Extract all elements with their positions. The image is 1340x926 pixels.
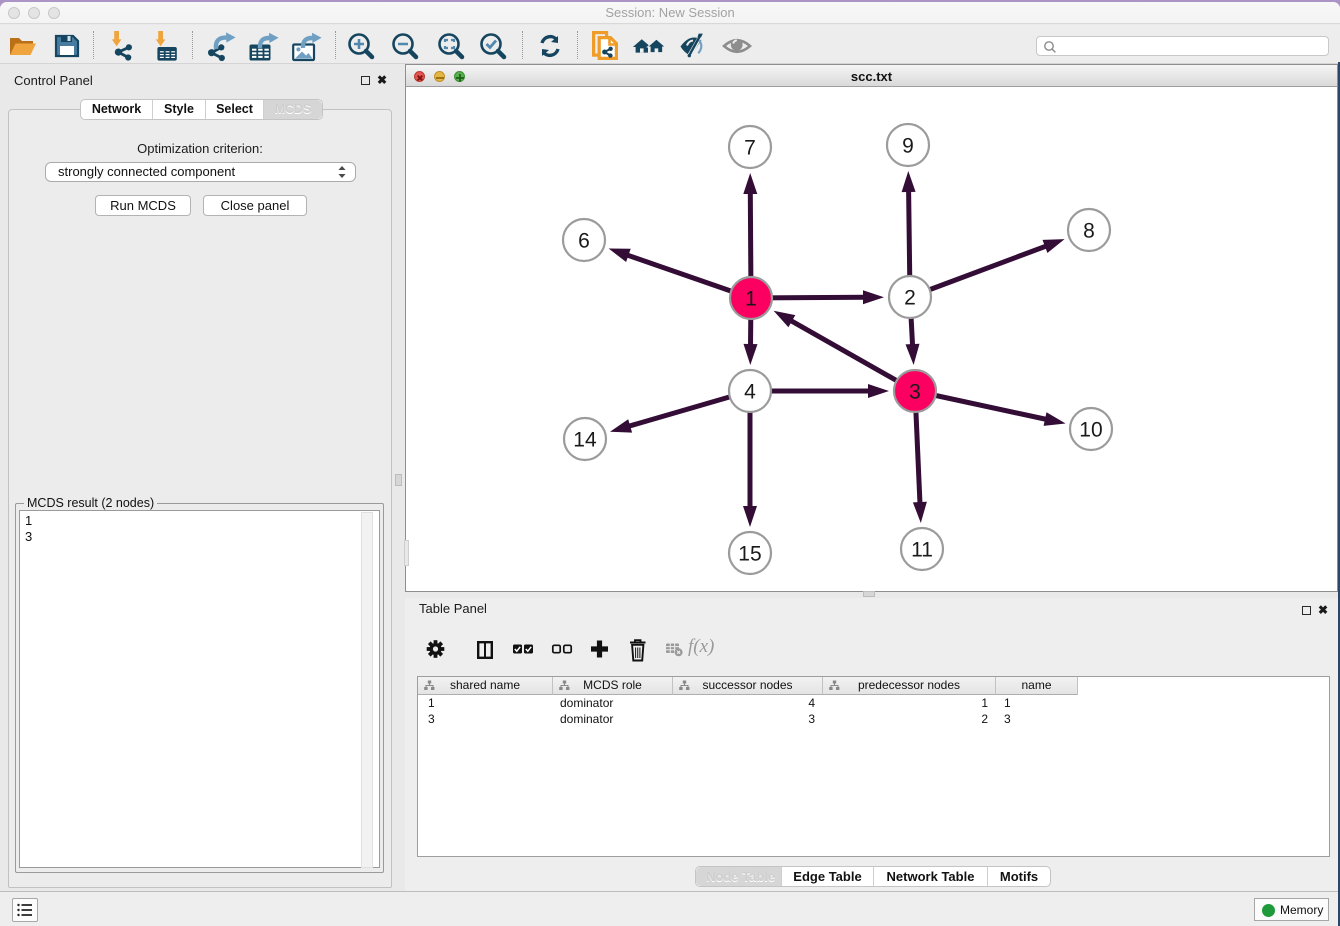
svg-text:1: 1 xyxy=(745,287,757,310)
svg-text:14: 14 xyxy=(573,428,597,451)
svg-text:2: 2 xyxy=(904,286,916,309)
svg-text:9: 9 xyxy=(902,134,914,157)
svg-text:4: 4 xyxy=(744,380,756,403)
svg-text:11: 11 xyxy=(911,538,933,561)
svg-text:7: 7 xyxy=(744,136,756,159)
svg-text:10: 10 xyxy=(1079,418,1102,441)
svg-text:8: 8 xyxy=(1083,219,1095,242)
svg-text:6: 6 xyxy=(578,229,590,252)
svg-text:15: 15 xyxy=(738,542,761,565)
svg-text:3: 3 xyxy=(909,380,921,403)
